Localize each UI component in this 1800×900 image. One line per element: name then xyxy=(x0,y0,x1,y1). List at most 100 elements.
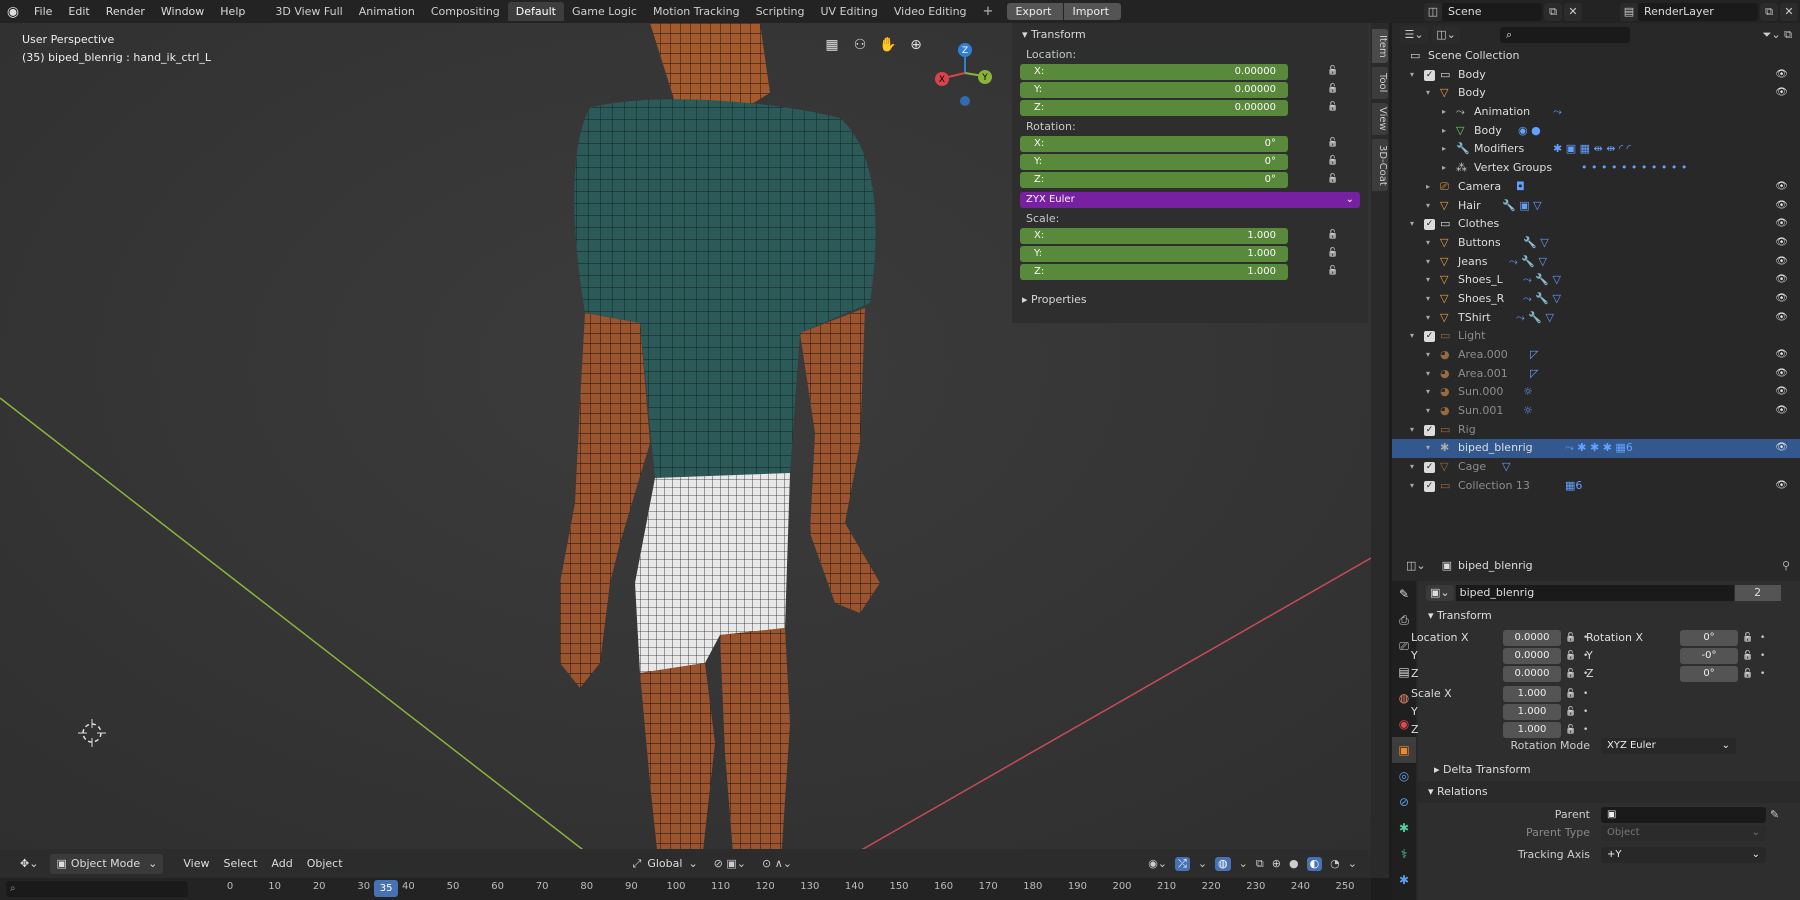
grid-icon[interactable]: ▦ xyxy=(822,35,842,55)
lock-icon[interactable]: 🔓 xyxy=(1327,84,1338,94)
scale-x-field[interactable]: 1.000 xyxy=(1503,686,1561,702)
lock-icon[interactable]: 🔓 xyxy=(1742,665,1753,683)
disclosure-triangle-icon[interactable]: ▾ xyxy=(1410,215,1414,234)
outliner-item[interactable]: ▾ ✓ ▭ Collection 13 ▦6 👁 xyxy=(1392,477,1800,496)
tool-tab-icon[interactable]: ✎ xyxy=(1392,581,1416,607)
checkbox-icon[interactable]: ✓ xyxy=(1424,480,1435,492)
eye-icon[interactable]: 👁 xyxy=(1775,197,1788,216)
outliner-item[interactable]: ▸ ⁂ Vertex Groups • • • • • • • • • • • xyxy=(1392,159,1800,178)
lock-icon[interactable]: 🔓 xyxy=(1327,138,1338,148)
lock-icon[interactable]: 🔓 xyxy=(1742,629,1753,647)
outliner-item[interactable]: ▾ ▽ Jeans ⤳ 🔧 ▽ 👁 xyxy=(1392,253,1800,272)
checkbox-icon[interactable]: ✓ xyxy=(1424,462,1435,474)
disclosure-triangle-icon[interactable]: ▾ xyxy=(1426,197,1430,216)
object-mode-dropdown[interactable]: ▣ Object Mode ⌄ xyxy=(50,853,164,874)
lock-icon[interactable]: 🔓 xyxy=(1565,685,1576,703)
zoom-icon[interactable]: ⊕ xyxy=(906,35,926,55)
object-name-field[interactable]: biped_blenrig xyxy=(1455,585,1734,601)
tab-tool[interactable]: Tool xyxy=(1372,67,1388,99)
eye-icon[interactable]: 👁 xyxy=(1775,271,1788,290)
tracking-axis-select[interactable]: +Y ⌄ xyxy=(1601,847,1766,863)
outliner-item[interactable]: ▸ ⤳ Animation ⤳ xyxy=(1392,103,1800,122)
properties-panel-header[interactable]: ▸ Properties xyxy=(1012,288,1368,311)
menu-file[interactable]: File xyxy=(26,5,60,18)
outliner-item[interactable]: ▾ ✓ ▭ Clothes 👁 xyxy=(1392,215,1800,234)
eye-icon[interactable]: 👁 xyxy=(1775,309,1788,328)
particles-tab-icon[interactable]: ⊘ xyxy=(1392,789,1416,815)
outliner-item[interactable]: ▾ ▽ TShirt ⤳ 🔧 ▽ 👁 xyxy=(1392,309,1800,328)
outliner-item[interactable]: ▾ ◕ Sun.000 ☼ 👁 xyxy=(1392,383,1800,402)
menu-view[interactable]: View xyxy=(183,857,209,870)
rotation-z-field[interactable]: Z: 0° xyxy=(1020,172,1288,188)
menu-select[interactable]: Select xyxy=(223,857,257,870)
disclosure-triangle-icon[interactable]: ▸ xyxy=(1442,103,1446,122)
disclosure-triangle-icon[interactable]: ▾ xyxy=(1426,439,1430,458)
object-type-icon[interactable]: ▣⌄ xyxy=(1426,585,1454,601)
tab-game-logic[interactable]: Game Logic xyxy=(564,2,645,21)
location-x-field[interactable]: X: 0.00000 xyxy=(1020,64,1288,80)
view-layer-delete-icon[interactable]: ✕ xyxy=(1780,2,1798,21)
disclosure-triangle-icon[interactable]: ▾ xyxy=(1426,271,1430,290)
lock-icon[interactable]: 🔓 xyxy=(1327,266,1338,276)
scale-y-field[interactable]: 1.000 xyxy=(1503,704,1561,720)
menu-render[interactable]: Render xyxy=(98,5,153,18)
disclosure-triangle-icon[interactable]: ▾ xyxy=(1410,421,1414,440)
disclosure-triangle-icon[interactable]: ▾ xyxy=(1426,309,1430,328)
proportional-edit-icon[interactable]: ⊙ ∧⌄ xyxy=(762,857,792,870)
modifiers-tab-icon[interactable]: ◎ xyxy=(1392,763,1416,789)
tab-item[interactable]: Item xyxy=(1372,29,1388,63)
outliner-item[interactable]: ▾ ◕ Area.001 ◸ 👁 xyxy=(1392,365,1800,384)
physics-tab-icon[interactable]: ✱ xyxy=(1392,815,1416,841)
outliner-item[interactable]: ▾ ▽ Hair 🔧 ▣ ▽ 👁 xyxy=(1392,197,1800,216)
tab-video-editing[interactable]: Video Editing xyxy=(886,2,975,21)
lock-icon[interactable]: 🔓 xyxy=(1327,66,1338,76)
filter-icon[interactable]: ⏷⌄ ⧉ xyxy=(1763,28,1792,42)
lock-icon[interactable]: 🔓 xyxy=(1327,230,1338,240)
eyedropper-icon[interactable]: ✎ xyxy=(1770,806,1779,824)
eye-icon[interactable]: 👁 xyxy=(1775,215,1788,234)
xray-icon[interactable]: ⧉ xyxy=(1256,857,1264,871)
outliner-search-input[interactable]: ⌕ xyxy=(1500,27,1630,43)
eye-icon[interactable]: 👁 xyxy=(1775,253,1788,272)
scene-icon[interactable]: ◫ xyxy=(1424,2,1442,21)
disclosure-triangle-icon[interactable]: ▸ xyxy=(1442,122,1446,141)
disclosure-triangle-icon[interactable]: ▸ xyxy=(1442,140,1446,159)
transform-section-header[interactable]: ▾ Transform xyxy=(1418,605,1800,627)
camera-view-icon[interactable]: ⚇ xyxy=(850,35,870,55)
eye-icon[interactable]: 👁 xyxy=(1775,178,1788,197)
outliner-item[interactable]: ▾ ◕ Sun.001 ☼ 👁 xyxy=(1392,402,1800,421)
lock-icon[interactable]: 🔓 xyxy=(1327,174,1338,184)
tab-3d-coat[interactable]: 3D-Coat xyxy=(1372,139,1388,191)
keyframe-dot-icon[interactable]: • xyxy=(1760,629,1765,647)
overlay-menu-icon[interactable]: ⌄ xyxy=(1239,857,1248,871)
disclosure-triangle-icon[interactable]: ▾ xyxy=(1426,365,1430,384)
parent-type-select[interactable]: Object ⌄ xyxy=(1601,825,1766,841)
outliner-item[interactable]: ▾ ▽ Body 👁 xyxy=(1392,84,1800,103)
editor-type-icon[interactable]: ✥⌄ xyxy=(14,854,44,874)
view-layer-copy-icon[interactable]: ⧉ xyxy=(1760,2,1778,21)
menu-help[interactable]: Help xyxy=(212,5,253,18)
delta-transform-header[interactable]: ▸ Delta Transform xyxy=(1418,759,1800,781)
location-z-field[interactable]: Z: 0.00000 xyxy=(1020,100,1288,116)
transform-orientation[interactable]: ⤢ Global ⌄ xyxy=(633,857,698,871)
constraints-tab-icon[interactable]: ⚕ xyxy=(1392,841,1416,867)
disclosure-triangle-icon[interactable]: ▸ xyxy=(1442,159,1446,178)
gizmo-menu-icon[interactable]: ⌄ xyxy=(1198,857,1207,871)
outliner-item[interactable]: ▾ ▽ Buttons 🔧 ▽ 👁 xyxy=(1392,234,1800,253)
scene-collection-row[interactable]: ▭ Scene Collection xyxy=(1392,47,1800,66)
transform-panel-header[interactable]: ▾ Transform xyxy=(1012,23,1368,46)
solid-shading-icon[interactable]: ● xyxy=(1289,857,1299,871)
scene-name-field[interactable]: Scene xyxy=(1442,2,1542,21)
timeline[interactable]: ⌕ 0 10 20 30 40 50 60 70 80 90 100 110 120 130 140 150 1… xyxy=(0,878,1371,900)
eye-icon[interactable]: 👁 xyxy=(1775,290,1788,309)
outliner-item[interactable]: ▾ ◕ Area.000 ◸ 👁 xyxy=(1392,346,1800,365)
outliner-item[interactable]: ▾ ▽ Shoes_L ⤳ 🔧 ▽ 👁 xyxy=(1392,271,1800,290)
relations-section-header[interactable]: ▾ Relations xyxy=(1418,781,1800,803)
outliner-item[interactable]: ▸ 🔧 Modifiers ✱ ▣ ▦ ⇹ ⇹ ◜ ◜ xyxy=(1392,140,1800,159)
disclosure-triangle-icon[interactable]: ▾ xyxy=(1426,402,1430,421)
tab-3d-view-full[interactable]: 3D View Full xyxy=(267,2,350,21)
object-users-count[interactable]: 2 xyxy=(1734,585,1781,601)
keyframe-dot-icon[interactable]: • xyxy=(1583,703,1588,721)
pin-icon[interactable]: ⚲ xyxy=(1782,559,1790,572)
tab-scripting[interactable]: Scripting xyxy=(748,2,813,21)
